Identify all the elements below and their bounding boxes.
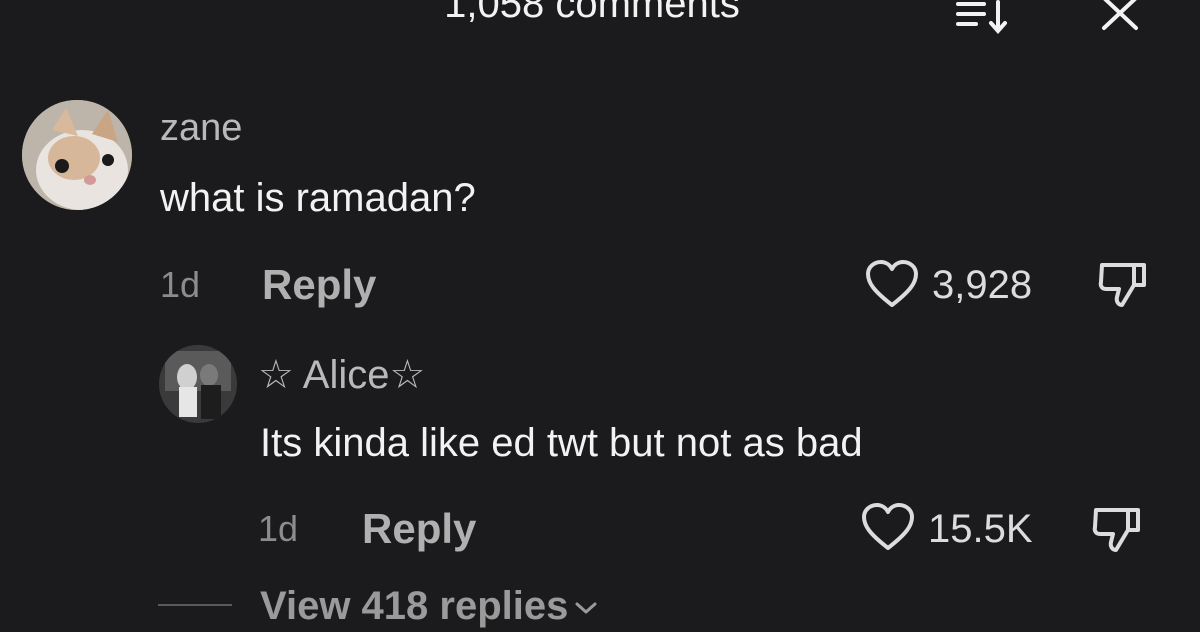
reply-button[interactable]: Reply [362,503,476,555]
reply-text: Its kinda like ed twt but not as bad [260,421,863,465]
chevron-down-icon [574,600,598,616]
view-replies-label: View 418 replies [260,584,569,628]
cat-avatar-icon [22,100,132,210]
comment-text: what is ramadan? [160,176,476,220]
comments-count-text: 1,058 comments [444,0,740,26]
avatar[interactable] [159,345,237,423]
comment-timestamp: 1d [160,264,201,305]
reply-timestamp: 1d [258,508,299,549]
like-heart-icon[interactable] [864,259,920,311]
comments-count-title: 1,058 comments [0,0,1200,30]
reply-button[interactable]: Reply [262,259,376,311]
like-heart-icon[interactable] [860,502,916,554]
like-count: 3,928 [932,263,1033,307]
sort-icon[interactable] [952,0,1014,42]
avatar[interactable] [22,100,132,210]
view-replies-button[interactable]: View 418 replies [260,580,598,632]
comment-username[interactable]: zane [160,104,242,152]
like-count: 15.5K [928,507,1033,551]
divider [158,604,232,606]
dislike-icon[interactable] [1088,500,1150,558]
close-icon[interactable] [1098,0,1144,40]
photo-avatar-icon [159,345,237,423]
dislike-icon[interactable] [1094,255,1156,313]
reply-username[interactable]: ☆ Alice☆ [258,350,425,400]
